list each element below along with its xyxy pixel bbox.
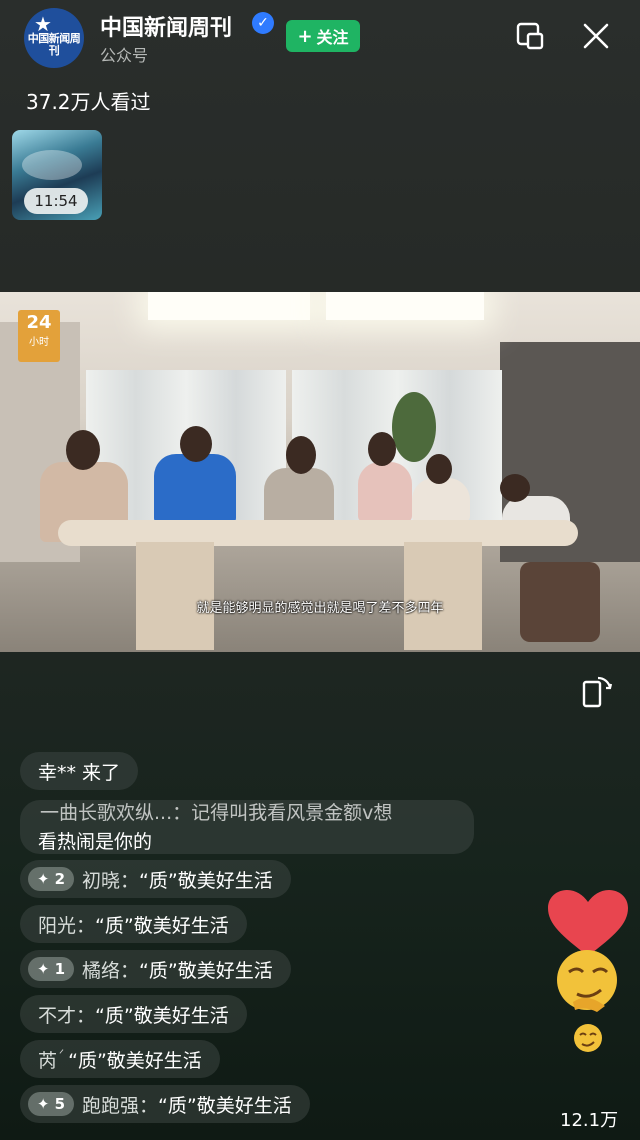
comment-item: ✦ 2 初晓： “质”敬美好生活: [20, 860, 291, 898]
video-player[interactable]: 24 小时 就是能够明显的感觉出就是喝了差不多四年: [0, 292, 640, 652]
like-count: 12.1万: [560, 1110, 619, 1131]
thumbnail-duration: 11:54: [24, 188, 88, 214]
view-count: 37.2万人看过: [26, 90, 151, 114]
replay-thumbnail[interactable]: 11:54: [12, 130, 102, 220]
channel-type: 公众号: [100, 46, 149, 65]
comment-item: 幸** 来了: [20, 752, 139, 790]
fan-level-badge: ✦ 2: [28, 867, 74, 891]
video-subtitle: 就是能够明显的感觉出就是喝了差不多四年: [196, 601, 444, 616]
comment-item: 芮 ᐟ “质”敬美好生活: [20, 1040, 220, 1078]
fan-level-badge: ✦ 1: [28, 957, 74, 981]
smirk-emoji-small-icon: [574, 1024, 602, 1052]
comment-item: 阳光： “质”敬美好生活: [20, 905, 247, 943]
verified-check-icon: ✓: [252, 12, 274, 34]
fan-level-badge: ✦ 5: [28, 1092, 74, 1116]
channel-name[interactable]: 中国新闻周刊: [100, 10, 232, 42]
channel-24h-badge: 24 小时: [18, 310, 60, 362]
comment-item: 一曲长歌欢纵...：记得叫我看风景金额v想 看热闹是你的: [20, 800, 474, 854]
rotate-screen-icon[interactable]: [580, 674, 614, 708]
star-logo-icon: ★: [34, 12, 52, 36]
channel-avatar[interactable]: ★ 中国新闻周刊: [24, 8, 84, 68]
follow-button[interactable]: + 关注: [286, 20, 360, 52]
comment-item: ✦ 1 橘络： “质”敬美好生活: [20, 950, 291, 988]
avatar-logo-text: 中国新闻周刊: [27, 32, 81, 57]
plus-icon: +: [297, 25, 313, 47]
comment-item: ✦ 5 跑跑强： “质”敬美好生活: [20, 1085, 310, 1123]
comment-item: 不才： “质”敬美好生活: [20, 995, 247, 1033]
follow-label: 关注: [316, 28, 349, 47]
close-icon[interactable]: [582, 22, 610, 50]
sprout-icon: ᐟ: [59, 1047, 65, 1061]
smirk-emoji-icon: [557, 950, 617, 1012]
pip-window-icon[interactable]: [516, 22, 544, 50]
